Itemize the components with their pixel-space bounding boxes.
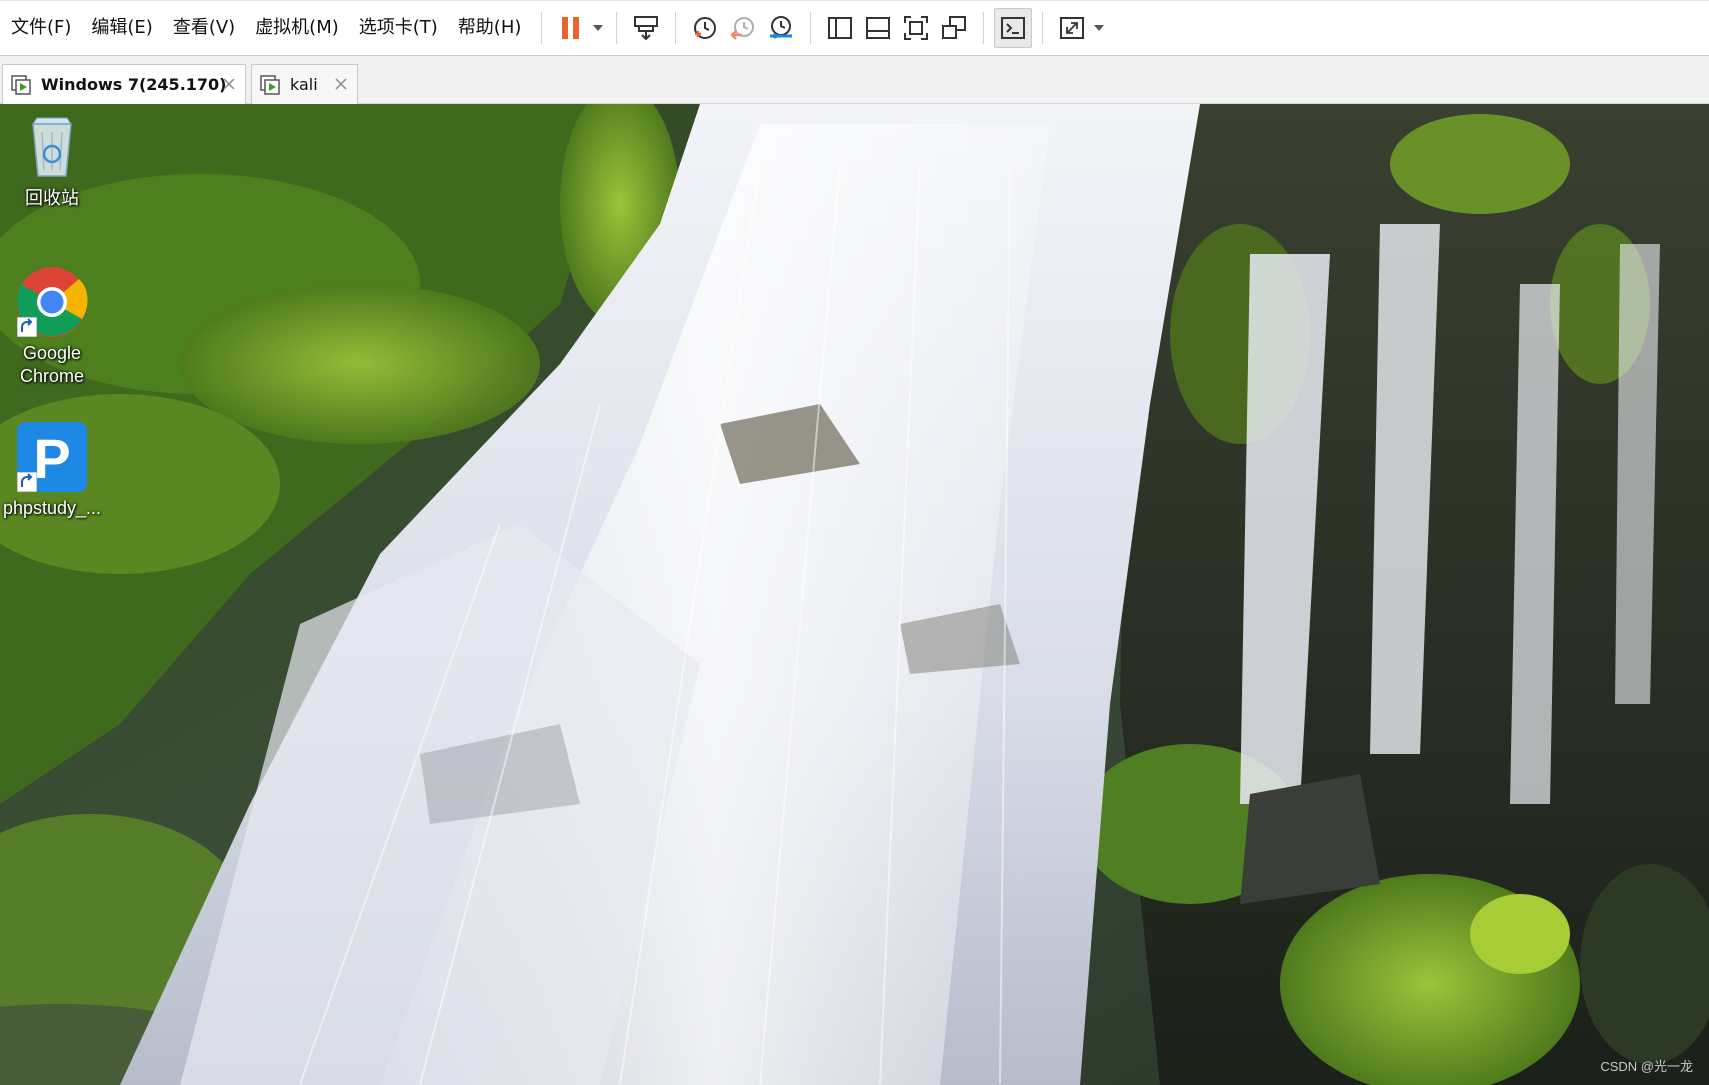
- shortcut-arrow-icon: [17, 317, 37, 337]
- menu-toolbar-bar: 文件(F) 编辑(E) 查看(V) 虚拟机(M) 选项卡(T) 帮助(H): [0, 0, 1709, 56]
- send-ctrl-alt-del-button[interactable]: [627, 8, 665, 48]
- desktop-icon-recycle-bin[interactable]: 回收站: [0, 110, 104, 210]
- menu-vm[interactable]: 虚拟机(M): [245, 8, 349, 48]
- show-library-icon: [828, 17, 853, 39]
- revert-snapshot-icon: [730, 17, 755, 40]
- full-screen-icon: [904, 16, 929, 40]
- console-view-button[interactable]: [994, 8, 1033, 48]
- guest-desktop[interactable]: 回收站 Google Chrome P phpstudy_... CSDN @光…: [0, 104, 1709, 1085]
- revert-snapshot-button[interactable]: [724, 8, 762, 48]
- waterfall-wallpaper: [0, 104, 1709, 1085]
- desktop-icon-label: phpstudy_...: [2, 498, 102, 518]
- chrome-icon: [15, 265, 89, 339]
- close-icon[interactable]: [333, 76, 349, 92]
- menu-help[interactable]: 帮助(H): [448, 8, 532, 48]
- snapshot-manager-icon: [770, 16, 793, 39]
- full-screen-button[interactable]: [897, 8, 935, 48]
- vm-running-icon: [260, 74, 280, 95]
- stretch-dropdown-button[interactable]: [1091, 8, 1107, 48]
- tab-windows7[interactable]: Windows 7(245.170): [2, 64, 246, 104]
- toolbar-separator: [983, 12, 985, 44]
- menu-edit[interactable]: 编辑(E): [81, 8, 162, 48]
- menu-file[interactable]: 文件(F): [0, 8, 81, 48]
- pause-icon: [562, 17, 580, 39]
- unity-button[interactable]: [935, 8, 973, 48]
- show-library-button[interactable]: [821, 8, 859, 48]
- vm-tab-strip: Windows 7(245.170) kali: [0, 56, 1709, 104]
- take-snapshot-button[interactable]: [686, 8, 724, 48]
- snapshot-manager-button[interactable]: [762, 8, 800, 48]
- tab-kali[interactable]: kali: [251, 64, 358, 104]
- chevron-down-icon: [593, 25, 604, 31]
- chevron-down-icon: [1094, 25, 1105, 31]
- desktop-icon-google-chrome[interactable]: Google Chrome: [0, 265, 104, 388]
- send-ctrl-alt-del-icon: [634, 16, 659, 41]
- phpstudy-glyph: P: [33, 427, 70, 490]
- menu-tabs[interactable]: 选项卡(T): [349, 8, 448, 48]
- unity-icon: [942, 16, 967, 39]
- pause-button[interactable]: [552, 8, 590, 48]
- desktop-icon-phpstudy[interactable]: P phpstudy_...: [0, 420, 104, 520]
- show-thumbnail-bar-button[interactable]: [859, 8, 897, 48]
- tab-label: Windows 7(245.170): [41, 75, 227, 94]
- shortcut-arrow-icon: [17, 472, 37, 492]
- toolbar-separator: [1042, 12, 1044, 44]
- menu-view[interactable]: 查看(V): [163, 8, 245, 48]
- power-dropdown-button[interactable]: [590, 8, 606, 48]
- close-icon[interactable]: [221, 76, 237, 92]
- toolbar-separator: [810, 12, 812, 44]
- toolbar-separator: [675, 12, 677, 44]
- console-view-icon: [1001, 17, 1026, 39]
- vm-running-icon: [11, 74, 31, 95]
- stretch-guest-button[interactable]: [1053, 8, 1091, 48]
- tab-label: kali: [290, 75, 318, 94]
- stretch-guest-icon: [1060, 17, 1085, 39]
- desktop-icon-label: 回收站: [25, 188, 79, 208]
- take-snapshot-icon: [694, 17, 717, 39]
- phpstudy-icon: P: [15, 420, 89, 494]
- toolbar-separator: [541, 12, 543, 44]
- desktop-icon-label: Google Chrome: [19, 343, 85, 386]
- recycle-bin-icon: [15, 110, 89, 184]
- toolbar-separator: [616, 12, 618, 44]
- show-thumbnail-bar-icon: [866, 17, 891, 39]
- watermark-text: CSDN @光一龙: [1600, 1059, 1693, 1074]
